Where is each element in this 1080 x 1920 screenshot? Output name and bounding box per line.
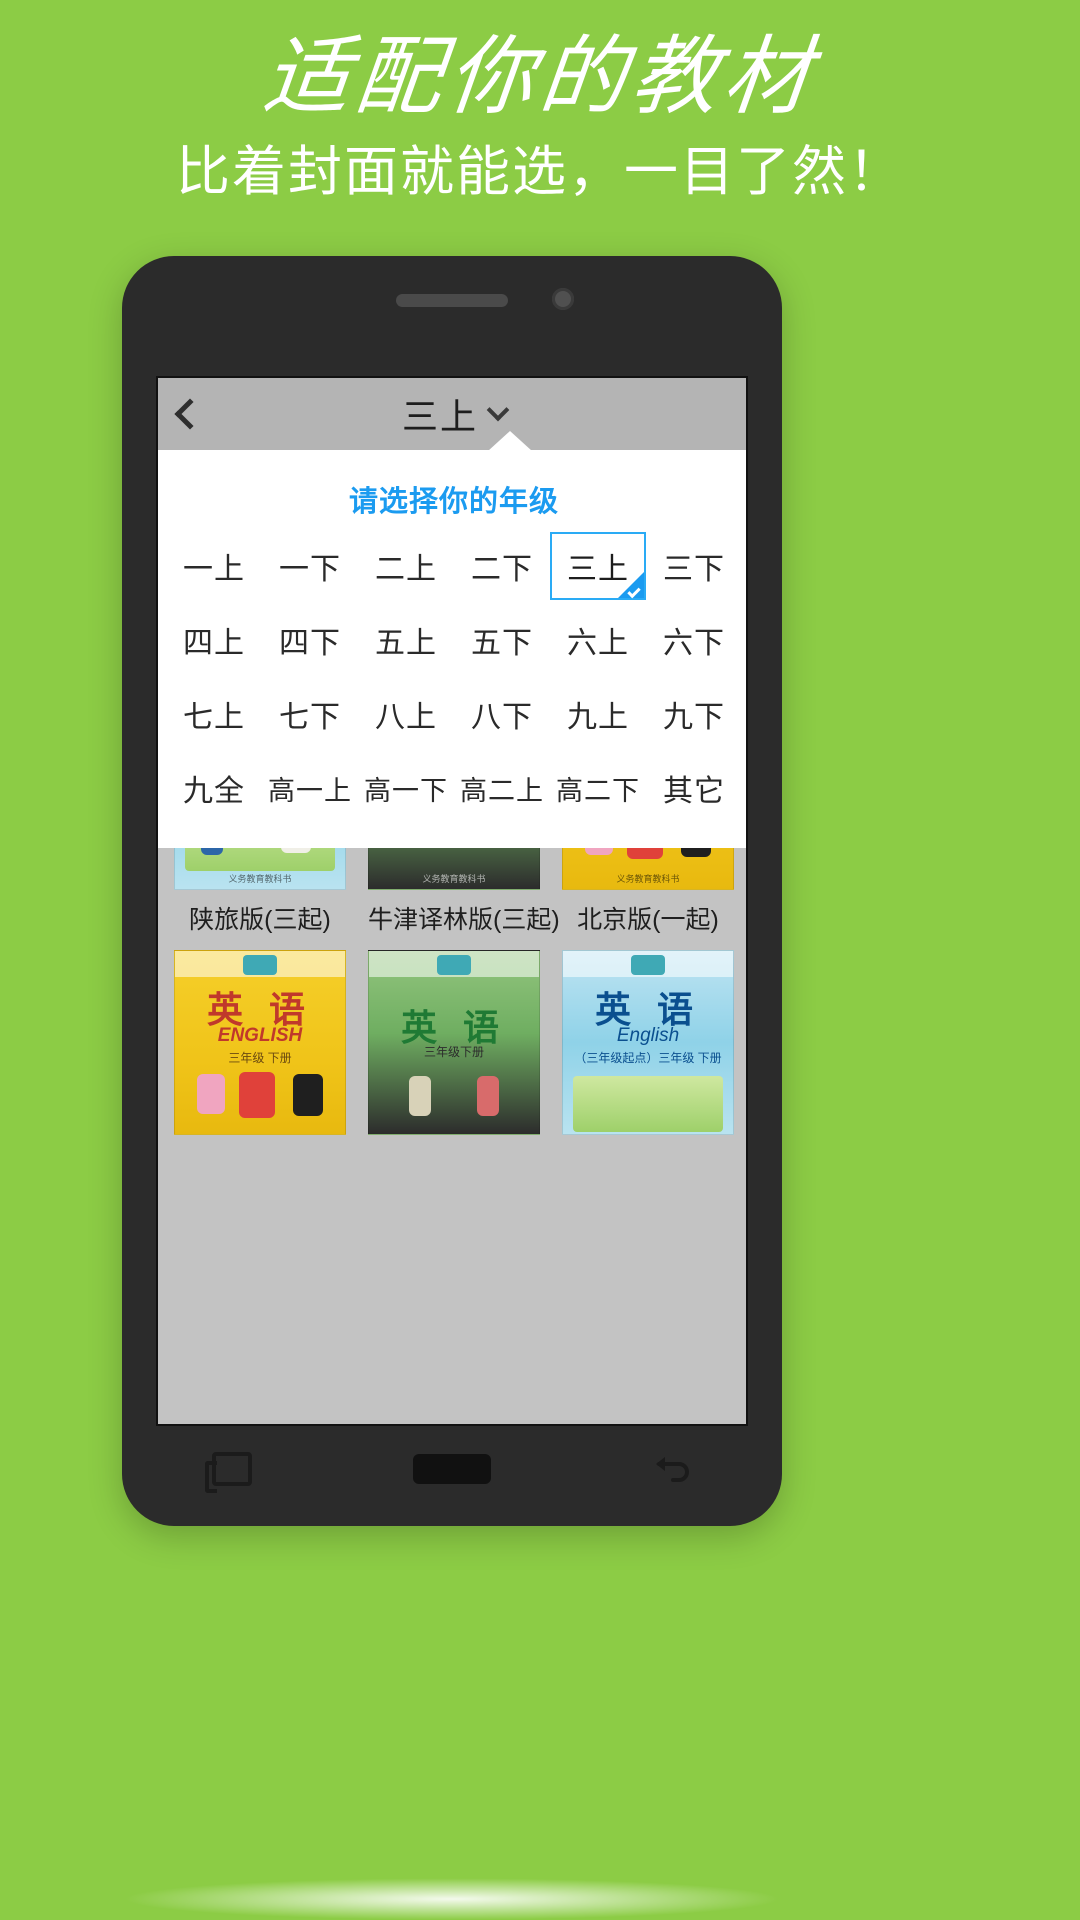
grade-option[interactable]: 九全 <box>166 754 262 822</box>
grade-option[interactable]: 八上 <box>358 680 454 748</box>
book-cover: 英 语 ENGLISH 三年级 下册 <box>174 950 346 1135</box>
grade-label: 二下 <box>471 553 533 586</box>
grade-option[interactable]: 八下 <box>454 680 550 748</box>
cover-sub: 三年级 下册 <box>228 1051 292 1065</box>
cover-figure <box>477 1076 499 1116</box>
book-card[interactable]: 英 语 三年级下册 <box>368 950 540 1145</box>
cover-art <box>573 1076 723 1132</box>
grade-option[interactable]: 四上 <box>166 606 262 674</box>
grade-dropdown-panel: 请选择你的年级 一上 一下 二上 二下 三上 三下 四上 四下 五上 五下 六上… <box>158 431 746 848</box>
chevron-down-icon <box>486 398 510 422</box>
cover-en: English <box>616 1025 680 1046</box>
cover-sub: （三年级起点）三年级 下册 <box>574 1051 722 1065</box>
android-nav-bar <box>122 1434 782 1504</box>
book-card[interactable]: 英 语 English （三年级起点）三年级 下册 <box>562 950 734 1145</box>
grade-option[interactable]: 四下 <box>262 606 358 674</box>
grade-label: 一上 <box>183 553 245 586</box>
grade-option[interactable]: 一下 <box>262 532 358 600</box>
grade-option[interactable]: 六上 <box>550 606 646 674</box>
cover-figure <box>239 1072 275 1118</box>
grade-label: 一下 <box>279 553 341 586</box>
grade-option[interactable]: 九上 <box>550 680 646 748</box>
grade-label: 七下 <box>279 701 341 734</box>
page-title: 适配你的教材 <box>258 27 822 127</box>
book-cover: 英 语 三年级下册 <box>368 950 540 1135</box>
grade-option[interactable]: 七上 <box>166 680 262 748</box>
grade-label: 六上 <box>567 627 629 660</box>
cover-figure <box>409 1076 431 1116</box>
home-button[interactable] <box>413 1446 491 1492</box>
recents-icon <box>205 1452 252 1493</box>
cover-en: ENGLISH <box>217 1025 303 1046</box>
base-reflection <box>122 1878 782 1920</box>
grade-label: 高一上 <box>268 775 352 806</box>
book-row: 英 语 ENGLISH 三年级 下册 英 语 三年级下册 英 语 English… <box>174 950 734 1145</box>
grade-option[interactable]: 三下 <box>646 532 742 600</box>
book-cover: 英 语 English （三年级起点）三年级 下册 <box>562 950 734 1135</box>
grade-label: 八下 <box>471 701 533 734</box>
promo-page: 适配你的教材 比着封面就能选，一目了然！ （三年级起点）六年级 下册 Hello <box>0 0 1080 1920</box>
grade-label: 九上 <box>567 701 629 734</box>
back-nav-button[interactable] <box>645 1446 699 1492</box>
grade-option[interactable]: 高二下 <box>550 754 646 822</box>
recents-button[interactable] <box>205 1446 259 1493</box>
grade-label: 高二下 <box>556 775 640 806</box>
grade-option[interactable]: 其它 <box>646 754 742 822</box>
cover-badge-icon <box>243 955 277 975</box>
grade-label: 九下 <box>663 701 725 734</box>
phone-mockup: （三年级起点）六年级 下册 Hello 陕西旅游出版社 陕旅版(三起) E <box>122 256 782 1526</box>
cover-sub: 三年级下册 <box>423 1045 484 1059</box>
grade-label: 高一下 <box>364 775 448 806</box>
book-label: 北京版(一起) <box>577 906 719 934</box>
app-header: 三上 <box>158 378 746 450</box>
phone-screen: （三年级起点）六年级 下册 Hello 陕西旅游出版社 陕旅版(三起) E <box>156 376 748 1426</box>
cover-figure <box>197 1074 225 1114</box>
page-subtitle: 比着封面就能选，一目了然！ <box>176 142 904 202</box>
grade-label: 八上 <box>375 701 437 734</box>
grade-option[interactable]: 九下 <box>646 680 742 748</box>
grade-label: 五上 <box>375 627 437 660</box>
grade-label: 三下 <box>663 553 725 586</box>
grade-label: 六下 <box>663 627 725 660</box>
book-label: 牛津译林版(三起) <box>368 906 560 934</box>
grade-label: 高二上 <box>460 775 544 806</box>
back-icon <box>656 1457 689 1482</box>
home-icon <box>413 1454 491 1484</box>
chevron-left-icon <box>174 398 206 430</box>
grade-grid: 一上 一下 二上 二下 三上 三下 四上 四下 五上 五下 六上 六下 七上 七… <box>158 528 746 822</box>
grade-option[interactable]: 五下 <box>454 606 550 674</box>
cover-badge-icon <box>631 955 665 975</box>
book-label: 陕旅版(三起) <box>189 906 331 934</box>
cover-publisher: 义务教育教科书 <box>228 874 292 884</box>
back-button[interactable] <box>158 378 222 450</box>
grade-option[interactable]: 五上 <box>358 606 454 674</box>
cover-figure <box>293 1074 323 1116</box>
grade-option[interactable]: 七下 <box>262 680 358 748</box>
cover-badge-icon <box>437 955 471 975</box>
grade-option[interactable]: 六下 <box>646 606 742 674</box>
cover-publisher: 义务教育教科书 <box>616 874 680 884</box>
grade-label: 二上 <box>375 553 437 586</box>
app-title: 三上 <box>401 396 478 437</box>
book-card[interactable]: 英 语 ENGLISH 三年级 下册 <box>174 950 346 1145</box>
grade-label: 四下 <box>279 627 341 660</box>
front-camera-icon <box>552 288 574 310</box>
grade-option[interactable]: 高二上 <box>454 754 550 822</box>
grade-label: 五下 <box>471 627 533 660</box>
grade-option[interactable]: 高一上 <box>262 754 358 822</box>
grade-label: 九全 <box>183 775 245 808</box>
speaker-grille <box>396 294 508 307</box>
grade-label: 其它 <box>663 775 725 808</box>
cover-publisher: 义务教育教科书 <box>422 874 486 884</box>
grade-option[interactable]: 高一下 <box>358 754 454 822</box>
grade-label: 七上 <box>183 701 245 734</box>
grade-selector-button[interactable]: 三上 <box>222 388 686 440</box>
grade-label: 四上 <box>183 627 245 660</box>
grade-option[interactable]: 二上 <box>358 532 454 600</box>
dropdown-heading: 请选择你的年级 <box>348 486 559 518</box>
grade-option[interactable]: 二下 <box>454 532 550 600</box>
grade-option-selected[interactable]: 三上 <box>550 532 646 600</box>
grade-option[interactable]: 一上 <box>166 532 262 600</box>
dropdown-pointer <box>488 431 532 451</box>
